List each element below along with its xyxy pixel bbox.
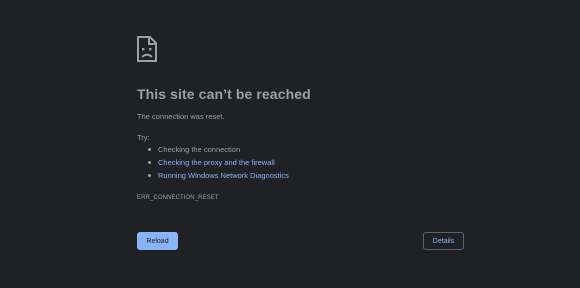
network-diagnostics-link[interactable]: Running Windows Network Diagnostics — [158, 171, 289, 180]
suggestion-text: Checking the connection — [158, 145, 241, 154]
error-description: The connection was reset. — [137, 112, 225, 121]
check-proxy-firewall-link[interactable]: Checking the proxy and the firewall — [158, 158, 275, 167]
page-title: This site can’t be reached — [137, 86, 311, 102]
suggestions-list: Checking the connection Checking the pro… — [146, 143, 289, 182]
details-button[interactable]: Details — [423, 232, 464, 250]
bullet-icon — [148, 148, 151, 151]
suggestion-network-diagnostics[interactable]: Running Windows Network Diagnostics — [146, 169, 289, 182]
error-code: ERR_CONNECTION_RESET — [137, 195, 219, 201]
bullet-icon — [148, 161, 151, 164]
error-page: This site can’t be reached The connectio… — [0, 0, 580, 288]
bullet-icon — [148, 174, 151, 177]
suggestion-check-proxy-firewall[interactable]: Checking the proxy and the firewall — [146, 156, 289, 169]
suggestion-check-connection: Checking the connection — [146, 143, 289, 156]
try-label: Try: — [137, 133, 150, 142]
reload-button[interactable]: Reload — [137, 232, 178, 250]
sad-page-icon — [136, 36, 158, 62]
